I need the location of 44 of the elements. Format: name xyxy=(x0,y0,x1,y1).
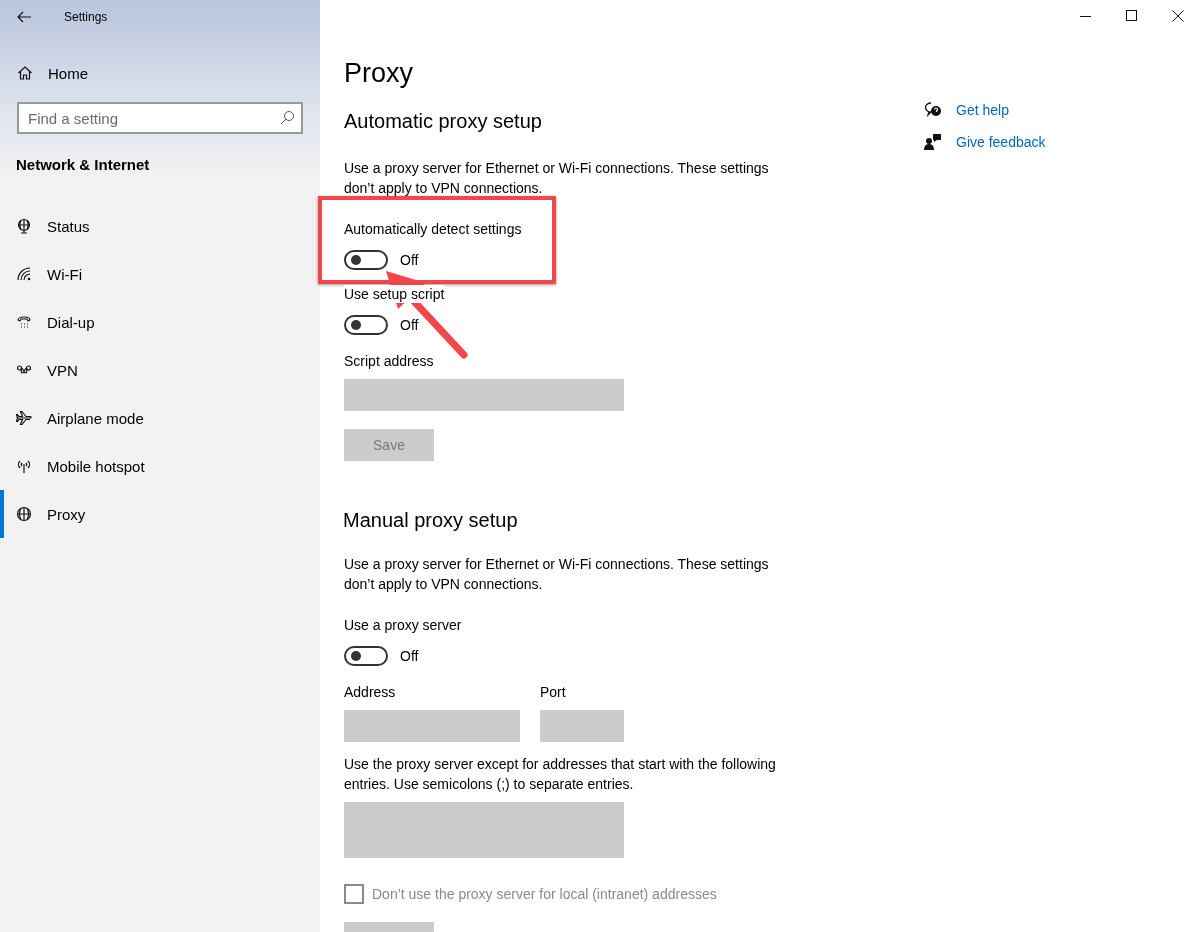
toggle-state: Off xyxy=(400,252,419,268)
search-icon[interactable] xyxy=(279,110,295,126)
section-heading: Automatic proxy setup xyxy=(344,110,543,134)
nav-item[interactable]: Dial-up xyxy=(0,298,320,346)
nav-item[interactable]: Wi-Fi xyxy=(0,250,320,298)
field-label: Port xyxy=(540,683,567,701)
help-link[interactable]: Get help xyxy=(910,100,1200,120)
nav-item[interactable]: Mobile hotspot xyxy=(0,442,320,490)
wifi-icon xyxy=(16,266,32,282)
nav-item[interactable]: Status xyxy=(0,202,320,250)
nav-item[interactable]: Airplane mode xyxy=(0,394,320,442)
help-link[interactable]: Give feedback xyxy=(910,132,1200,152)
close-icon[interactable] xyxy=(1172,10,1184,22)
description: Use a proxy server for Ethernet or Wi-Fi connections. These settings don’t apply to VPN connections. xyxy=(344,555,770,594)
feedback-person-icon xyxy=(924,133,942,151)
phone-icon xyxy=(16,314,32,330)
section-title: Network & Internet xyxy=(16,156,151,175)
window-title: Settings xyxy=(64,10,108,24)
nav-item[interactable]: VPN xyxy=(0,346,320,394)
globe-icon xyxy=(16,506,32,522)
globe-monitor-icon xyxy=(16,218,32,234)
back-icon[interactable] xyxy=(16,10,32,24)
search-field[interactable]: Find a setting xyxy=(17,102,303,134)
toggle-switch[interactable] xyxy=(344,646,388,666)
setting-label: Use setup script xyxy=(344,285,445,303)
page-title: Proxy xyxy=(344,57,415,90)
description: Use a proxy server for Ethernet or Wi-Fi connections. These settings don’t apply to VPN connections. xyxy=(344,159,770,198)
maximize-icon[interactable] xyxy=(1126,10,1138,22)
toggle-state: Off xyxy=(400,317,419,333)
checkbox-label: Don’t use the proxy server for local (intranet) addresses xyxy=(372,886,717,902)
setting-label: Automatically detect settings xyxy=(344,220,522,238)
toggle-state: Off xyxy=(400,648,419,664)
antenna-icon xyxy=(16,458,32,474)
airplane-icon xyxy=(16,410,32,426)
nav-item[interactable]: Proxy xyxy=(0,490,320,538)
help-chat-icon xyxy=(924,101,942,119)
toggle-switch[interactable] xyxy=(344,315,388,335)
section-heading: Manual proxy setup xyxy=(343,509,519,533)
field-label: Script address xyxy=(344,352,435,370)
toggle-switch[interactable] xyxy=(344,250,388,270)
home-icon xyxy=(17,65,33,81)
description: Use the proxy server except for addresses that start with the following entries. Use semicolons (;) to separate entries. xyxy=(344,755,777,794)
field-label: Address xyxy=(344,683,397,701)
home-link[interactable]: Home xyxy=(0,62,320,84)
